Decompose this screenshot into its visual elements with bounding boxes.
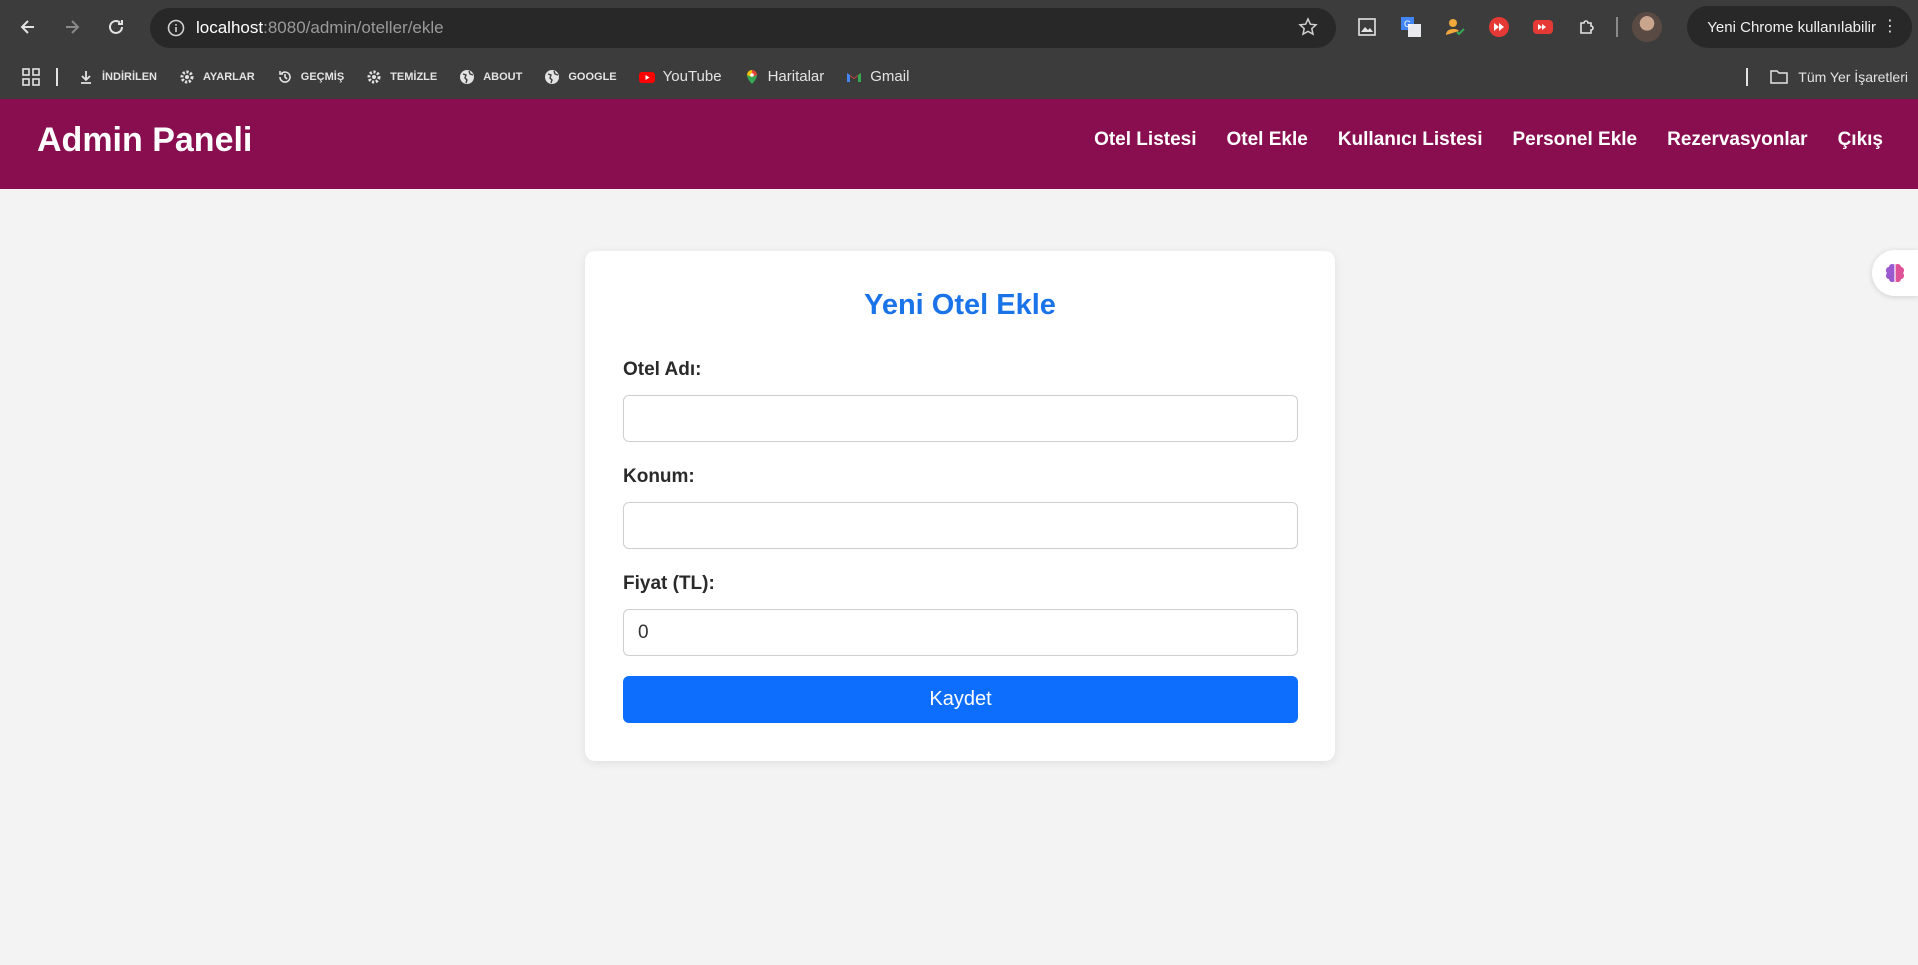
url-host: localhost (196, 18, 264, 37)
nav-otel-ekle[interactable]: Otel Ekle (1227, 129, 1308, 151)
bookmark-youtube[interactable]: YouTube (638, 68, 722, 85)
form-title: Yeni Otel Ekle (864, 289, 1056, 321)
globe-icon (545, 69, 560, 84)
bookmark-label: ABOUT (483, 70, 523, 83)
nav-cikis[interactable]: Çıkış (1838, 129, 1883, 151)
url-path: :8080/admin/oteller/ekle (263, 18, 444, 37)
puzzle-extensions-icon[interactable] (1572, 12, 1602, 42)
bookmark-temizle[interactable]: TEMİZLE (366, 69, 437, 85)
save-button[interactable]: Kaydet (623, 676, 1298, 723)
brand-title: Admin Paneli (37, 121, 253, 159)
bookmarks-bar: İNDİRİLEN AYARLAR GEÇMİŞ TEMİZLE ABOUT G… (0, 54, 1918, 99)
nav-rezervasyonlar[interactable]: Rezervasyonlar (1667, 129, 1807, 151)
location-label: Konum: (623, 466, 695, 487)
image-extension-icon[interactable] (1352, 12, 1382, 42)
forward-icon[interactable] (50, 5, 94, 49)
price-input[interactable] (623, 609, 1298, 656)
youtube-icon (638, 71, 655, 83)
gear-icon (180, 70, 194, 83)
hotel-name-label: Otel Adı: (623, 359, 702, 380)
bookmark-label: AYARLAR (203, 70, 255, 83)
bookmark-label: YouTube (662, 68, 722, 85)
youtube-skip-extension-icon[interactable] (1528, 12, 1558, 42)
globe-icon (460, 69, 475, 84)
gear-icon (367, 70, 381, 83)
address-bar[interactable]: localhost:8080/admin/oteller/ekle (150, 8, 1336, 48)
hotel-name-input[interactable] (623, 395, 1298, 442)
toolbar-separator (1616, 17, 1618, 37)
site-info-icon[interactable] (156, 19, 196, 37)
nav-kullanici-listesi[interactable]: Kullanıcı Listesi (1338, 129, 1483, 151)
maps-icon (746, 69, 757, 84)
bookmark-label: GEÇMİŞ (300, 70, 345, 83)
nav-otel-listesi[interactable]: Otel Listesi (1094, 129, 1196, 151)
user-check-extension-icon[interactable] (1440, 12, 1470, 42)
bookmark-about[interactable]: ABOUT (459, 69, 522, 85)
folder-icon (1770, 69, 1789, 84)
chrome-update-button[interactable]: Yeni Chrome kullanılabilir ⋮ (1687, 6, 1912, 48)
translate-extension-icon[interactable]: G (1396, 12, 1426, 42)
profile-avatar[interactable] (1632, 12, 1662, 42)
menu-kebab-icon[interactable]: ⋮ (1882, 18, 1898, 36)
reload-icon[interactable] (94, 5, 138, 49)
svg-text:G: G (1404, 19, 1411, 29)
bookmark-google[interactable]: GOOGLE (544, 69, 617, 85)
url-text: localhost:8080/admin/oteller/ekle (196, 18, 444, 38)
history-icon (278, 70, 291, 83)
back-icon[interactable] (6, 5, 50, 49)
nav-personel-ekle[interactable]: Personel Ekle (1512, 129, 1637, 151)
bookmarks-separator-right (1746, 67, 1749, 86)
add-hotel-card: Yeni Otel Ekle Otel Adı: Konum: Fiyat (T… (585, 251, 1335, 761)
bookmark-label: GOOGLE (568, 70, 617, 83)
admin-nav: Otel Listesi Otel Ekle Kullanıcı Listesi… (1094, 129, 1883, 151)
all-bookmarks-button[interactable]: Tüm Yer İşaretleri (1746, 54, 1908, 99)
all-bookmarks-label: Tüm Yer İşaretleri (1798, 68, 1908, 85)
browser-toolbar: localhost:8080/admin/oteller/ekle G Yeni… (0, 0, 1918, 54)
bookmark-gmail[interactable]: Gmail (846, 68, 909, 85)
bookmarks-separator (56, 67, 58, 86)
apps-grid-icon[interactable] (22, 67, 40, 86)
admin-header: Admin Paneli Otel Listesi Otel Ekle Kull… (0, 99, 1918, 189)
bookmark-indirilen[interactable]: İNDİRİLEN (78, 69, 157, 85)
price-label: Fiyat (TL): (623, 573, 715, 594)
bookmark-label: TEMİZLE (390, 70, 438, 83)
bookmark-ayarlar[interactable]: AYARLAR (179, 69, 255, 85)
brain-icon (1885, 263, 1905, 283)
chrome-update-label: Yeni Chrome kullanılabilir (1707, 18, 1876, 36)
extensions-row: G (1352, 10, 1662, 44)
bookmark-haritalar[interactable]: Haritalar (744, 68, 825, 85)
bookmark-label: İNDİRİLEN (102, 70, 157, 83)
location-input[interactable] (623, 502, 1298, 549)
fast-forward-extension-icon[interactable] (1484, 12, 1514, 42)
bookmark-star-icon[interactable] (1298, 17, 1318, 42)
gmail-icon (847, 72, 862, 82)
download-icon (81, 70, 91, 84)
brain-extension-widget[interactable] (1872, 250, 1918, 296)
bookmark-label: Gmail (870, 68, 910, 85)
bookmark-gecmis[interactable]: GEÇMİŞ (277, 69, 344, 85)
bookmark-label: Haritalar (767, 68, 825, 85)
